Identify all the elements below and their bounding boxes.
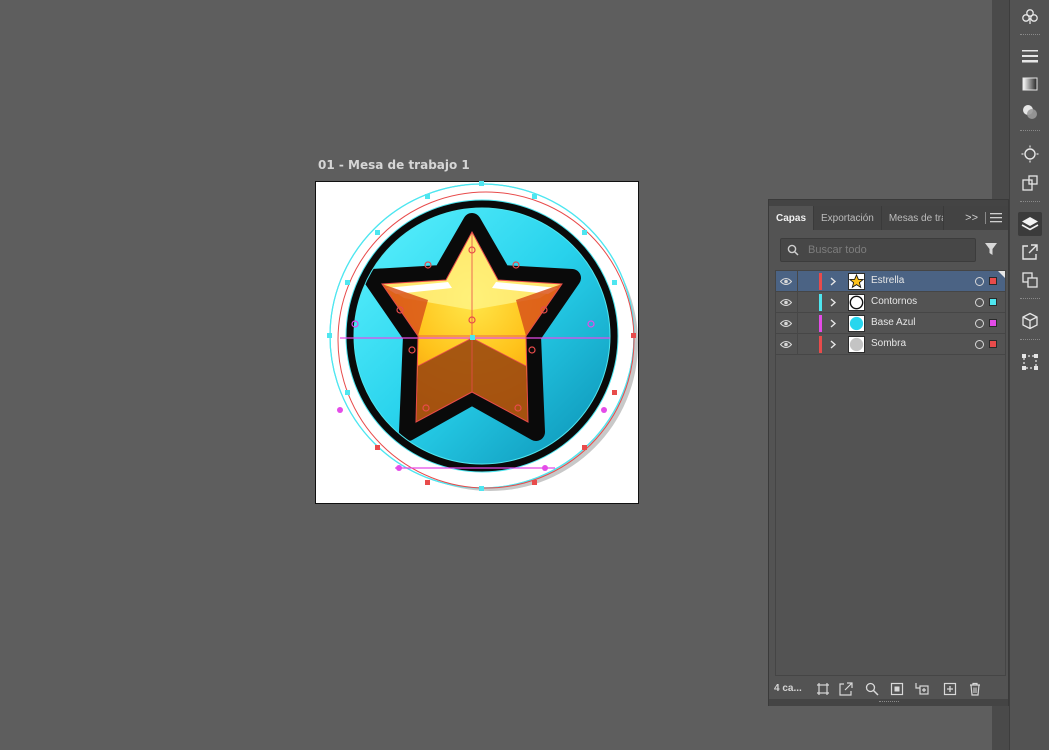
tab-mesas-de-trabajo[interactable]: Mesas de tra: [882, 206, 944, 230]
chevron-right-icon[interactable]: [829, 319, 837, 328]
transparency-icon[interactable]: [1018, 100, 1042, 124]
layer-list: Estrella Contornos Base Azul Sombra: [775, 270, 1006, 676]
dock-grip[interactable]: [1020, 339, 1040, 342]
layer-name[interactable]: Base Azul: [871, 317, 915, 328]
layer-row[interactable]: Sombra: [776, 334, 1005, 355]
lock-toggle[interactable]: [797, 334, 798, 355]
panel-menu-icon[interactable]: [990, 212, 1002, 223]
layers-panel: Capas Exportación Mesas de tra >> Estrel…: [768, 199, 1009, 706]
selection-indicator[interactable]: [989, 277, 997, 285]
layer-thumbnail: [848, 294, 865, 311]
target-circle-icon[interactable]: [975, 277, 984, 286]
lock-toggle[interactable]: [797, 292, 798, 313]
chevron-right-icon[interactable]: [829, 340, 837, 349]
collect-for-export-icon[interactable]: [816, 682, 830, 696]
target-circle-icon[interactable]: [975, 340, 984, 349]
export-icon[interactable]: [839, 682, 853, 696]
appearance-icon[interactable]: [1018, 142, 1042, 166]
layer-count: 4 ca...: [774, 683, 802, 694]
trash-icon[interactable]: [968, 682, 982, 696]
search-icon: [787, 244, 799, 256]
selection-indicator[interactable]: [989, 298, 997, 306]
visibility-eye-icon[interactable]: [780, 319, 792, 328]
chevron-right-icon[interactable]: [829, 298, 837, 307]
layer-color-swatch: [819, 336, 822, 353]
dock-grip[interactable]: [1020, 201, 1040, 204]
tab-overflow-button[interactable]: >>: [965, 206, 978, 230]
gradient-icon[interactable]: [1018, 72, 1042, 96]
layer-row[interactable]: Base Azul: [776, 313, 1005, 334]
panel-footer: 4 ca...: [769, 680, 1008, 699]
search-input[interactable]: [808, 239, 968, 261]
dock-grip[interactable]: [1020, 34, 1040, 37]
layer-thumbnail: [848, 336, 865, 353]
layer-row[interactable]: Estrella: [776, 271, 1005, 292]
export-assets-icon[interactable]: [1018, 240, 1042, 264]
search-box: [780, 238, 976, 262]
layer-name[interactable]: Contornos: [871, 296, 917, 307]
layer-color-swatch: [819, 294, 822, 311]
visibility-eye-icon[interactable]: [780, 277, 792, 286]
make-clipping-mask-icon[interactable]: [890, 682, 904, 696]
layers-icon[interactable]: [1018, 212, 1042, 236]
target-circle-icon[interactable]: [975, 298, 984, 307]
layer-thumbnail: [848, 315, 865, 332]
visibility-eye-icon[interactable]: [780, 298, 792, 307]
tab-separator: [985, 212, 986, 224]
tab-exportacion[interactable]: Exportación: [814, 206, 882, 230]
stroke-icon[interactable]: [1018, 44, 1042, 68]
layer-color-swatch: [819, 273, 822, 290]
club-symbol-icon[interactable]: [1018, 5, 1042, 29]
visibility-eye-icon[interactable]: [780, 340, 792, 349]
locate-object-icon[interactable]: [865, 682, 879, 696]
lock-toggle[interactable]: [797, 313, 798, 334]
selection-indicator[interactable]: [989, 319, 997, 327]
lock-toggle[interactable]: [797, 271, 798, 292]
dock-grip[interactable]: [1020, 130, 1040, 133]
layer-thumbnail: [848, 273, 865, 290]
new-sublayer-icon[interactable]: [915, 682, 929, 696]
layer-row[interactable]: Contornos: [776, 292, 1005, 313]
graphic-styles-icon[interactable]: [1018, 171, 1042, 195]
selection-indicator[interactable]: [989, 340, 997, 348]
target-circle-icon[interactable]: [975, 319, 984, 328]
3d-icon[interactable]: [1018, 309, 1042, 333]
artboards-icon[interactable]: [1018, 268, 1042, 292]
filter-icon[interactable]: [984, 242, 998, 256]
chevron-right-icon[interactable]: [829, 277, 837, 286]
layer-name[interactable]: Estrella: [871, 275, 904, 286]
right-panel-dock: [1009, 0, 1049, 750]
transform-icon[interactable]: [1018, 350, 1042, 374]
resize-grip-dots: [879, 701, 899, 704]
layer-color-swatch: [819, 315, 822, 332]
badge-artwork[interactable]: [300, 170, 660, 520]
dock-grip[interactable]: [1020, 298, 1040, 301]
tab-capas[interactable]: Capas: [769, 206, 815, 230]
panel-resize-handle[interactable]: [769, 699, 1008, 706]
new-layer-icon[interactable]: [943, 682, 957, 696]
panel-body: Estrella Contornos Base Azul Sombra: [769, 230, 1008, 680]
current-layer-flag: [998, 271, 1005, 278]
layer-name[interactable]: Sombra: [871, 338, 906, 349]
